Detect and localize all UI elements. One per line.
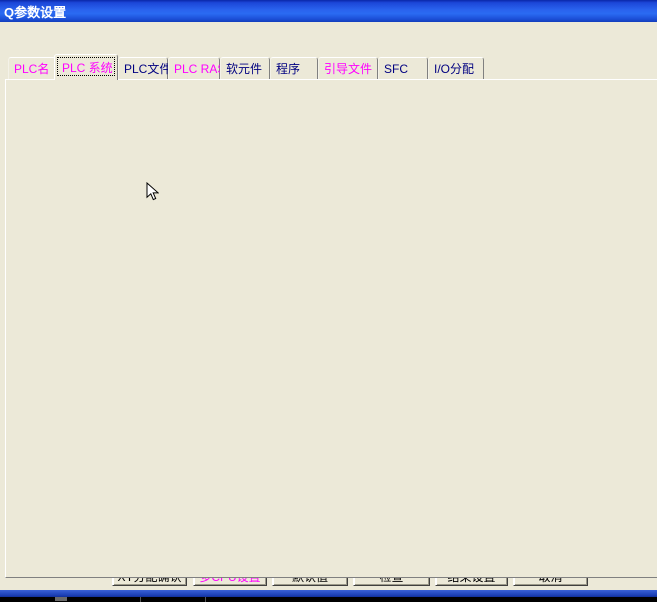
tab-plc-file[interactable]: PLC文件 — [118, 57, 168, 79]
q-parameter-dialog: Q参数设置 PLC名 PLC 系统 PLC文件 PLC RAS 软元件 程序 引… — [0, 0, 657, 602]
tab-device[interactable]: 软元件 — [220, 57, 270, 79]
background-detail — [205, 597, 206, 602]
title-bar[interactable]: Q参数设置 — [0, 0, 657, 22]
background-detail — [140, 597, 141, 602]
tab-sfc[interactable]: SFC — [378, 57, 428, 79]
window-title: Q参数设置 — [4, 2, 66, 21]
tab-plc-name[interactable]: PLC名 — [8, 57, 56, 79]
tab-boot-file[interactable]: 引导文件 — [318, 57, 378, 79]
tab-plc-ras[interactable]: PLC RAS — [168, 57, 220, 79]
tab-page-plc-system — [5, 79, 657, 578]
tab-plc-system[interactable]: PLC 系统 — [54, 54, 118, 80]
mouse-cursor-icon — [146, 182, 159, 202]
dialog-body: PLC名 PLC 系统 PLC文件 PLC RAS 软元件 程序 引导文件 SF… — [0, 22, 657, 590]
tab-io-assignment[interactable]: I/O分配 — [428, 57, 484, 79]
background-detail — [55, 597, 67, 601]
tab-program[interactable]: 程序 — [270, 57, 318, 79]
window-bottom-border — [0, 590, 657, 597]
